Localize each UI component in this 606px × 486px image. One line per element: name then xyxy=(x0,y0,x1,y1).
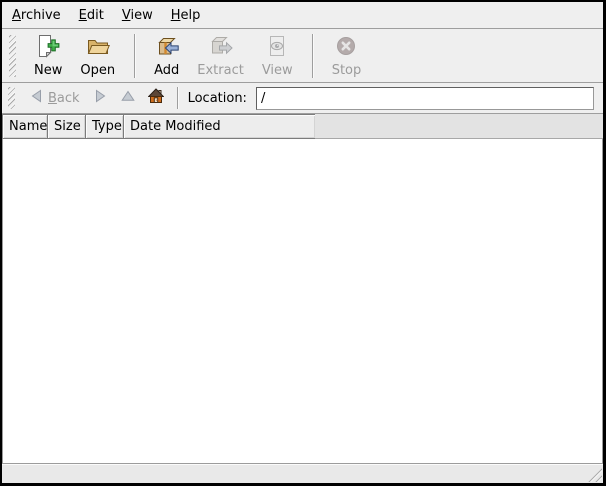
menu-view[interactable]: View xyxy=(113,4,162,27)
stop-button-label: Stop xyxy=(332,63,362,78)
extract-icon xyxy=(209,34,233,62)
toolbar-separator xyxy=(134,34,135,78)
status-bar xyxy=(2,463,603,483)
new-button-label: New xyxy=(34,63,62,78)
menu-bar: Archive Edit View Help xyxy=(2,2,603,29)
home-icon xyxy=(148,88,164,108)
column-header-name[interactable]: Name xyxy=(2,114,48,139)
forward-arrow-icon xyxy=(92,88,108,108)
location-input[interactable] xyxy=(256,87,594,110)
file-list-body[interactable] xyxy=(2,139,603,463)
toolbar: New Open Add xyxy=(2,29,603,83)
view-file-icon xyxy=(265,34,289,62)
back-arrow-icon xyxy=(29,88,45,108)
navbar-drag-handle[interactable] xyxy=(8,87,15,109)
menu-edit[interactable]: Edit xyxy=(70,4,113,27)
extract-button-label: Extract xyxy=(197,63,244,78)
column-header-date-modified[interactable]: Date Modified xyxy=(123,114,316,139)
toolbar-separator xyxy=(312,34,313,78)
column-header-size[interactable]: Size xyxy=(47,114,86,139)
open-folder-icon xyxy=(86,34,110,62)
up-button[interactable] xyxy=(114,85,142,111)
menu-view-label: View xyxy=(122,8,153,23)
home-button[interactable] xyxy=(142,85,170,111)
back-button-label: Back xyxy=(48,91,80,106)
view-button[interactable]: View xyxy=(254,31,301,81)
menu-archive-label: Archive xyxy=(12,8,61,23)
file-list-header: Name Size Type Date Modified xyxy=(2,114,603,139)
back-button[interactable]: Back xyxy=(23,85,86,111)
resize-grip-icon[interactable] xyxy=(586,466,602,482)
file-list-view: Name Size Type Date Modified xyxy=(2,114,603,463)
stop-icon xyxy=(334,34,358,62)
add-button[interactable]: Add xyxy=(146,31,187,81)
menu-archive[interactable]: Archive xyxy=(3,4,70,27)
new-button[interactable]: New xyxy=(26,31,70,81)
location-label: Location: xyxy=(188,91,247,106)
toolbar-drag-handle[interactable] xyxy=(9,35,16,77)
add-button-label: Add xyxy=(154,63,179,78)
view-button-label: View xyxy=(262,63,293,78)
archive-manager-window: Archive Edit View Help New xyxy=(2,2,603,483)
menu-help[interactable]: Help xyxy=(162,4,210,27)
column-header-type[interactable]: Type xyxy=(85,114,124,139)
menu-edit-label: Edit xyxy=(79,8,104,23)
new-archive-icon xyxy=(36,34,60,62)
open-button-label: Open xyxy=(80,63,115,78)
stop-button[interactable]: Stop xyxy=(324,31,370,81)
navigation-bar: Back xyxy=(2,83,603,114)
extract-button[interactable]: Extract xyxy=(189,31,252,81)
forward-button[interactable] xyxy=(86,85,114,111)
navbar-separator xyxy=(177,87,178,109)
add-files-icon xyxy=(155,34,179,62)
menu-help-label: Help xyxy=(171,8,201,23)
open-button[interactable]: Open xyxy=(72,31,123,81)
column-header-filler xyxy=(315,114,603,139)
up-arrow-icon xyxy=(120,88,136,108)
